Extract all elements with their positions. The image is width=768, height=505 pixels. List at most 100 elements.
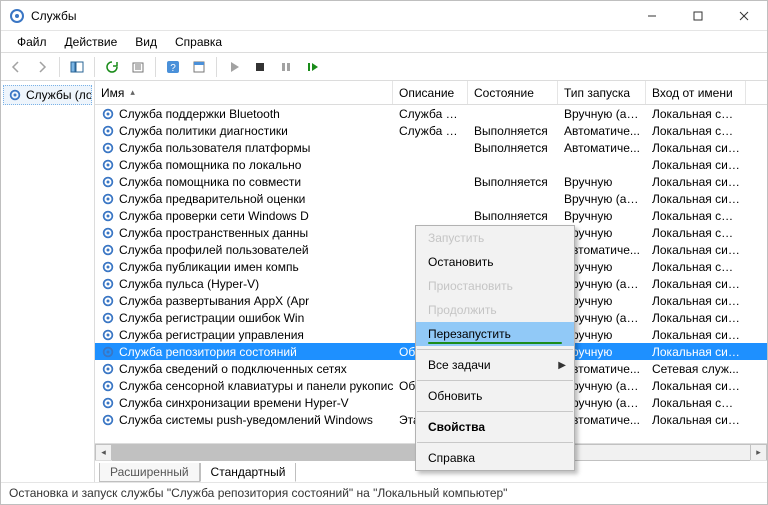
- refresh-button[interactable]: [101, 56, 123, 78]
- ctx-start[interactable]: Запустить: [416, 226, 574, 250]
- cell-startup: Автоматиче...: [558, 124, 646, 138]
- ctx-help[interactable]: Справка: [416, 446, 574, 470]
- service-row[interactable]: Служба помощника по совмести ВыполняетсяВ…: [95, 173, 767, 190]
- tab-extended[interactable]: Расширенный: [99, 463, 200, 482]
- start-service-button[interactable]: [223, 56, 245, 78]
- cell-startup: Вручную: [558, 209, 646, 223]
- cell-name: Служба системы push-уведомлений Windows: [95, 413, 393, 427]
- close-button[interactable]: [721, 1, 767, 30]
- cell-logon: Локальная слу...: [646, 396, 746, 410]
- cell-name: Служба помощника по совмести: [95, 175, 393, 189]
- ctx-separator: [417, 442, 573, 443]
- service-row[interactable]: Служба политики диагностикиСлужба п...Вы…: [95, 122, 767, 139]
- gear-icon: [101, 328, 115, 342]
- main-split: Службы (лок Имя▴ Описание Состояние Тип …: [1, 81, 767, 482]
- cell-name: Служба помощника по локально: [95, 158, 393, 172]
- ctx-restart[interactable]: Перезапустить: [416, 322, 574, 346]
- column-header-desc[interactable]: Описание: [393, 81, 468, 104]
- ctx-all-tasks[interactable]: Все задачи▶: [416, 353, 574, 377]
- gear-icon: [101, 260, 115, 274]
- titlebar: Службы: [1, 1, 767, 31]
- cell-name: Служба репозитория состояний: [95, 345, 393, 359]
- cell-logon: Локальная сис...: [646, 311, 746, 325]
- gear-icon: [101, 243, 115, 257]
- cell-name: Служба пользователя платформы: [95, 141, 393, 155]
- scroll-right-button[interactable]: ▸: [750, 444, 767, 461]
- cell-logon: Локальная слу...: [646, 226, 746, 240]
- stop-service-button[interactable]: [249, 56, 271, 78]
- nav-forward-button[interactable]: [31, 56, 53, 78]
- ctx-stop[interactable]: Остановить: [416, 250, 574, 274]
- column-header-name[interactable]: Имя▴: [95, 81, 393, 104]
- nav-back-button[interactable]: [5, 56, 27, 78]
- cell-startup: Вручную (ак...: [558, 192, 646, 206]
- tab-standard[interactable]: Стандартный: [200, 463, 297, 482]
- minimize-button[interactable]: [629, 1, 675, 30]
- menu-help[interactable]: Справка: [167, 33, 230, 51]
- window-controls: [629, 1, 767, 30]
- toolbar-separator: [155, 57, 156, 77]
- cell-logon: Локальная сис...: [646, 379, 746, 393]
- maximize-button[interactable]: [675, 1, 721, 30]
- service-row[interactable]: Служба пользователя платформы Выполняется…: [95, 139, 767, 156]
- cell-name: Служба предварительной оценки: [95, 192, 393, 206]
- cell-state: Выполняется: [468, 209, 558, 223]
- cell-name: Служба поддержки Bluetooth: [95, 107, 393, 121]
- cell-startup: Вручную: [558, 175, 646, 189]
- gear-icon: [101, 124, 115, 138]
- cell-startup: Вручную (ак...: [558, 107, 646, 121]
- svg-text:?: ?: [170, 63, 176, 74]
- cell-state: Выполняется: [468, 141, 558, 155]
- menu-file[interactable]: Файл: [9, 33, 55, 51]
- service-row[interactable]: Служба проверки сети Windows DВыполняетс…: [95, 207, 767, 224]
- cell-logon: Локальная сис...: [646, 158, 746, 172]
- service-row[interactable]: Служба поддержки BluetoothСлужба Bl...Вр…: [95, 105, 767, 122]
- tree-pane[interactable]: Службы (лок: [1, 81, 95, 482]
- gear-icon: [101, 141, 115, 155]
- statusbar: Остановка и запуск службы "Служба репози…: [1, 482, 767, 504]
- ctx-pause[interactable]: Приостановить: [416, 274, 574, 298]
- cell-name: Служба пульса (Hyper-V): [95, 277, 393, 291]
- ctx-refresh[interactable]: Обновить: [416, 384, 574, 408]
- ctx-resume[interactable]: Продолжить: [416, 298, 574, 322]
- toolbar: ?: [1, 53, 767, 81]
- tree-root-label: Службы (лок: [26, 88, 92, 102]
- gear-icon: [101, 362, 115, 376]
- scroll-left-button[interactable]: ◂: [95, 444, 112, 461]
- cell-state: Выполняется: [468, 175, 558, 189]
- cell-logon: Локальная слу...: [646, 124, 746, 138]
- properties-button[interactable]: [188, 56, 210, 78]
- service-context-menu: Запустить Остановить Приостановить Продо…: [415, 225, 575, 471]
- column-header-startup[interactable]: Тип запуска: [558, 81, 646, 104]
- menu-view[interactable]: Вид: [127, 33, 165, 51]
- cell-logon: Локальная слу...: [646, 260, 746, 274]
- cell-logon: Локальная сис...: [646, 175, 746, 189]
- service-row[interactable]: Служба помощника по локально Локальная си…: [95, 156, 767, 173]
- column-header-logon[interactable]: Вход от имени: [646, 81, 746, 104]
- column-header-state[interactable]: Состояние: [468, 81, 558, 104]
- tree-root-services[interactable]: Службы (лок: [3, 85, 92, 105]
- ctx-properties[interactable]: Свойства: [416, 415, 574, 439]
- gear-icon: [101, 413, 115, 427]
- scroll-thumb[interactable]: [112, 445, 463, 460]
- restart-service-button[interactable]: [301, 56, 323, 78]
- gear-icon: [101, 226, 115, 240]
- show-hide-tree-button[interactable]: [66, 56, 88, 78]
- ctx-separator: [417, 411, 573, 412]
- toolbar-separator: [94, 57, 95, 77]
- services-list-pane: Имя▴ Описание Состояние Тип запуска Вход…: [95, 81, 767, 482]
- cell-name: Служба сенсорной клавиатуры и панели рук…: [95, 379, 393, 393]
- cell-name: Служба развертывания AppX (Apr: [95, 294, 393, 308]
- menu-action[interactable]: Действие: [57, 33, 126, 51]
- services-window: Службы Файл Действие Вид Справка ?: [0, 0, 768, 505]
- cell-logon: Сетевая служ...: [646, 362, 746, 376]
- gear-icon: [101, 345, 115, 359]
- gear-icon: [101, 379, 115, 393]
- toolbar-separator: [216, 57, 217, 77]
- cell-logon: Локальная сис...: [646, 328, 746, 342]
- help-button[interactable]: ?: [162, 56, 184, 78]
- pause-service-button[interactable]: [275, 56, 297, 78]
- gear-icon: [101, 107, 115, 121]
- service-row[interactable]: Служба предварительной оценки Вручную (ак…: [95, 190, 767, 207]
- export-list-button[interactable]: [127, 56, 149, 78]
